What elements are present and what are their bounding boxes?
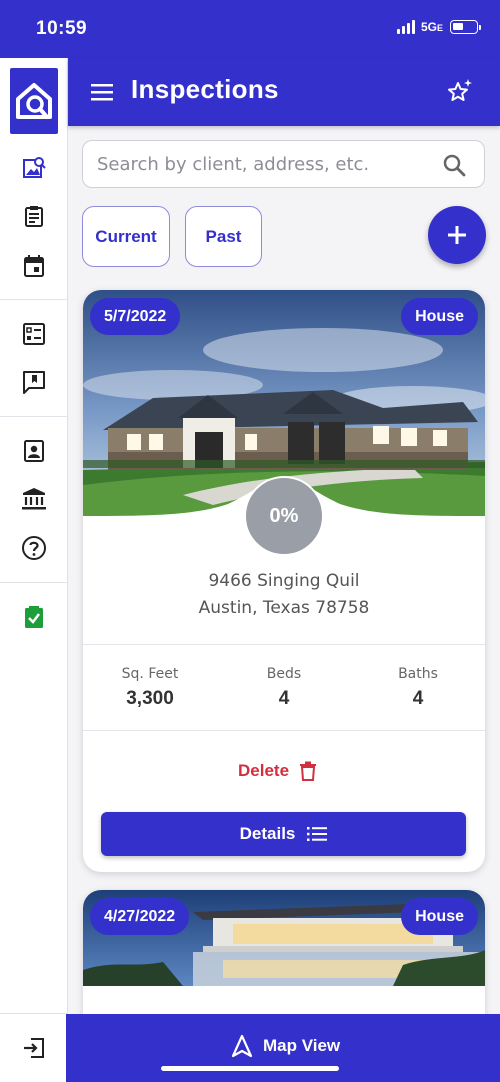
inspection-card[interactable]: 5/7/2022 House 0% 9466 Singing Quil Aust… (83, 290, 485, 872)
map-view-label: Map View (263, 1036, 341, 1055)
stat-label: Baths (398, 666, 438, 682)
sidebar-divider (0, 582, 68, 583)
stat-beds: Beds 4 (217, 666, 351, 710)
stat-value: 4 (412, 688, 424, 709)
trash-icon (300, 761, 317, 781)
network-label: 5GE (420, 20, 443, 34)
stat-sq-feet: Sq. Feet 3,300 (83, 666, 217, 710)
status-indicators: 5GE (396, 20, 481, 34)
search-input[interactable] (97, 141, 427, 187)
house-search-logo-icon (16, 83, 52, 119)
calendar-icon[interactable] (21, 253, 47, 279)
clipboard-icon[interactable] (21, 203, 47, 229)
search-box (82, 140, 485, 188)
filter-current-button[interactable]: Current (82, 206, 170, 267)
home-indicator (161, 1066, 339, 1071)
inspection-date-badge: 5/7/2022 (90, 298, 181, 335)
navigation-arrow-icon (231, 1034, 253, 1058)
address-line-2: Austin, Texas 78758 (198, 598, 370, 618)
stat-baths: Baths 4 (351, 666, 485, 710)
bookmark-chat-icon[interactable] (21, 369, 47, 395)
details-button[interactable]: Details (101, 812, 466, 856)
inspection-date-badge: 4/27/2022 (90, 898, 190, 935)
logout-area (0, 1013, 68, 1082)
property-type-badge: House (401, 298, 478, 335)
add-inspection-button[interactable] (428, 206, 486, 264)
search-icon[interactable] (442, 153, 466, 177)
app-logo[interactable] (10, 68, 58, 134)
page-title: Inspections (131, 74, 279, 104)
photos-icon[interactable] (21, 155, 47, 181)
card-divider (83, 644, 485, 645)
delete-label: Delete (238, 761, 290, 780)
map-view-bar: Map View (66, 1014, 500, 1082)
sidebar (0, 58, 68, 1082)
filter-past-button[interactable]: Past (185, 206, 262, 267)
battery-icon (450, 20, 481, 34)
logout-icon[interactable] (22, 1036, 46, 1060)
approved-icon[interactable] (21, 604, 47, 630)
plus-icon (448, 226, 466, 244)
address-line-1: 9466 Singing Quil (208, 571, 360, 591)
status-time: 10:59 (36, 18, 88, 39)
sparkle-star-icon[interactable] (446, 78, 474, 106)
sidebar-divider (0, 299, 68, 300)
map-view-button[interactable]: Map View (231, 1034, 340, 1058)
card-divider (83, 730, 485, 731)
app-header: Inspections (68, 58, 500, 126)
delete-button[interactable]: Delete (238, 758, 317, 784)
property-type-badge: House (401, 898, 478, 935)
stat-label: Beds (266, 666, 302, 682)
bank-icon[interactable] (21, 486, 47, 512)
stat-value: 4 (278, 688, 290, 709)
stat-value: 3,300 (126, 688, 174, 709)
stat-label: Sq. Feet (121, 666, 179, 682)
checklist-icon[interactable] (21, 321, 47, 347)
progress-indicator: 0% (244, 476, 324, 556)
list-icon (307, 827, 328, 841)
help-icon[interactable] (21, 535, 47, 561)
contact-icon[interactable] (21, 438, 47, 464)
details-label: Details (239, 824, 296, 843)
signal-icon (396, 20, 415, 34)
sidebar-divider (0, 416, 68, 417)
menu-icon[interactable] (90, 80, 114, 104)
status-bar: 10:59 5GE (0, 0, 500, 58)
